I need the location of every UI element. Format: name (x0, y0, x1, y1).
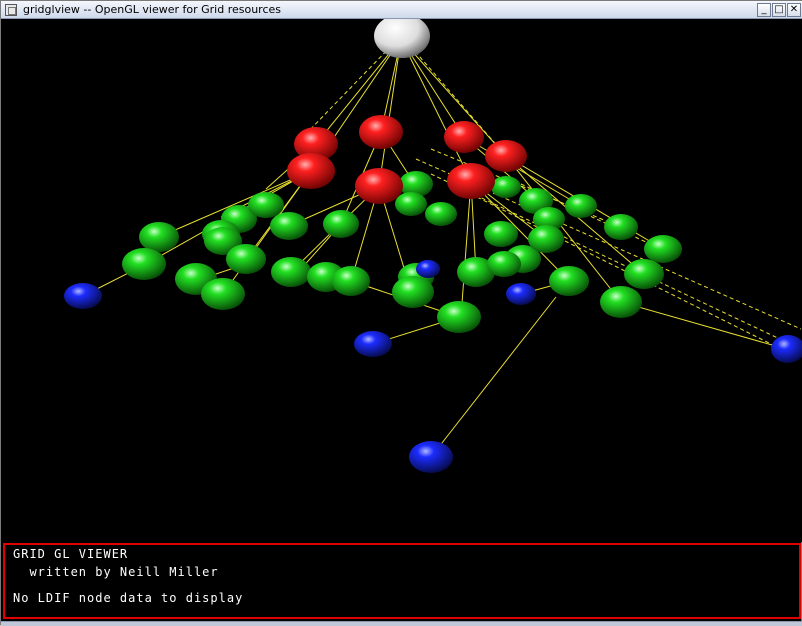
close-button[interactable]: ✕ (787, 3, 801, 17)
host-node (644, 235, 682, 263)
host-nodes (122, 171, 682, 333)
window-bottom-border (1, 621, 802, 626)
edge (400, 38, 472, 182)
host-node (425, 202, 457, 226)
host-node (271, 257, 311, 287)
host-node (437, 301, 481, 333)
host-node (248, 192, 284, 218)
host-node (395, 192, 427, 216)
host-node (122, 248, 166, 280)
host-node (487, 251, 521, 277)
host-node (392, 276, 434, 308)
title-bar[interactable]: gridglview -- OpenGL viewer for Grid res… (1, 1, 802, 19)
site-node (359, 115, 403, 149)
opengl-viewport[interactable] (1, 19, 802, 542)
host-node (565, 194, 597, 218)
leaf-node (409, 441, 453, 473)
grid-resource-graph[interactable] (1, 19, 802, 542)
site-node (355, 168, 403, 204)
site-node (287, 153, 335, 189)
host-node (201, 278, 245, 310)
maximize-button[interactable]: □ (772, 3, 786, 17)
host-node (139, 222, 179, 252)
host-node (491, 176, 521, 198)
console-credit: written by Neill Miller (13, 565, 219, 579)
window-menu-icon[interactable] (5, 4, 17, 16)
root-node (374, 19, 430, 58)
host-node (528, 225, 564, 253)
leaf-node (416, 260, 440, 278)
site-node (485, 140, 527, 172)
host-node (600, 286, 642, 318)
leaf-node (771, 335, 802, 363)
app-window: gridglview -- OpenGL viewer for Grid res… (0, 0, 802, 626)
edge (620, 301, 787, 350)
console-heading: GRID GL VIEWER (13, 547, 129, 561)
host-node (332, 266, 370, 296)
info-console: GRID GL VIEWER written by Neill Miller N… (3, 543, 801, 619)
host-node (226, 244, 266, 274)
leaf-node (64, 283, 102, 309)
host-node (270, 212, 308, 240)
edge (378, 38, 402, 187)
minimize-button[interactable]: _ (757, 3, 771, 17)
host-node (484, 221, 518, 247)
host-node (549, 266, 589, 296)
leaf-node (506, 283, 536, 305)
console-status-message: No LDIF node data to display (13, 591, 244, 605)
edges (82, 38, 802, 458)
site-node (447, 163, 495, 199)
window-title: gridglview -- OpenGL viewer for Grid res… (23, 3, 282, 16)
host-node (604, 214, 638, 240)
host-node (624, 259, 664, 289)
edge (460, 180, 472, 318)
host-node (323, 210, 359, 238)
site-node (444, 121, 484, 153)
leaf-node (354, 331, 392, 357)
